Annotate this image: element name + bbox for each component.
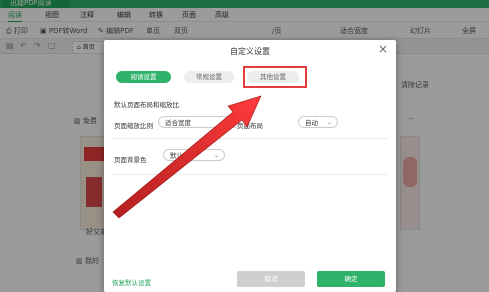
arrow-shape [112, 95, 262, 219]
annotation-arrow [112, 95, 262, 219]
